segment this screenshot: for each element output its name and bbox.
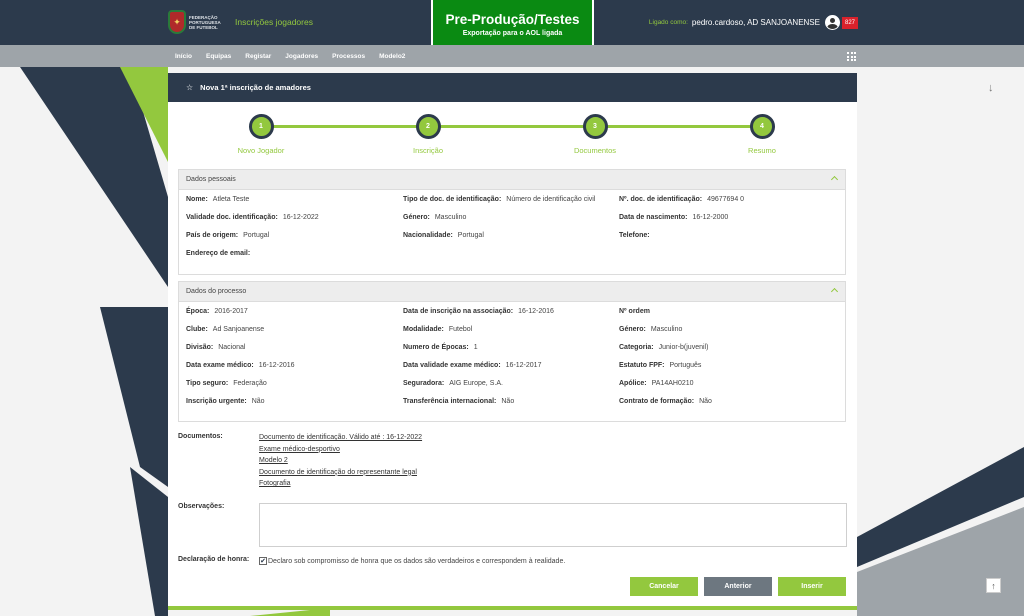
doc-link-representante-legal[interactable]: Documento de identificação do representa… xyxy=(259,469,422,476)
field-divisao: Divisão: Nacional xyxy=(186,344,246,351)
step-novo-jogador[interactable]: 1 Novo Jogador xyxy=(221,114,301,155)
step-circle: 1 xyxy=(248,114,274,139)
field-categoria: Categoria: Junior-b(juvenil) xyxy=(619,344,709,351)
field-data-exame: Data exame médico: 16-12-2016 xyxy=(186,362,295,369)
check-icon: ✔ xyxy=(260,557,266,565)
wizard-stepper: 1 Novo Jogador 2 Inscrição 3 Documentos … xyxy=(168,102,857,172)
doc-link-identificacao[interactable]: Documento de identificação. Válido até :… xyxy=(259,434,422,441)
field-transferencia-internacional: Transferência internacional: Não xyxy=(403,398,515,405)
field-contrato-formacao: Contrato de formação: Não xyxy=(619,398,712,405)
documents-label: Documentos: xyxy=(178,433,223,440)
top-header: ✦ Federação Portuguesa de Futebol Inscri… xyxy=(0,0,1024,55)
logo-text: Federação Portuguesa de Futebol xyxy=(189,14,221,30)
stepper-line xyxy=(261,125,762,128)
field-tipo-doc: Tipo de doc. de identificação: Número de … xyxy=(403,196,596,203)
step-label: Documentos xyxy=(573,146,617,155)
nav-item-processos[interactable]: Processos xyxy=(332,53,365,60)
nav-items: Início Equipas Registar Jogadores Proces… xyxy=(175,45,419,67)
cancel-button[interactable]: Cancelar xyxy=(630,577,698,596)
declaration-checkbox[interactable]: ✔ xyxy=(259,557,267,565)
step-circle: 3 xyxy=(582,114,608,139)
field-num-doc: Nº. doc. de identificação: 49677694 0 xyxy=(619,196,745,203)
step-circle: 2 xyxy=(415,114,441,139)
field-validade-doc: Validade doc. identificação: 16-12-2022 xyxy=(186,214,319,221)
star-icon: ☆ xyxy=(186,83,194,92)
field-telefone: Telefone: xyxy=(619,232,650,239)
previous-button[interactable]: Anterior xyxy=(704,577,772,596)
nav-item-equipas[interactable]: Equipas xyxy=(206,53,231,60)
step-label: Novo Jogador xyxy=(237,146,285,155)
field-email: Endereço de email: xyxy=(186,250,251,257)
personal-data-header[interactable]: Dados pessoais xyxy=(179,170,845,190)
field-data-nascimento: Data de nascimento: 16-12-2000 xyxy=(619,214,729,221)
field-nome: Nome: Atleta Teste xyxy=(186,196,250,203)
step-resumo[interactable]: 4 Resumo xyxy=(722,114,802,155)
process-data-header[interactable]: Dados do processo xyxy=(179,282,845,302)
field-numero-epocas: Numero de Épocas: 1 xyxy=(403,344,478,351)
fpf-logo[interactable]: ✦ Federação Portuguesa de Futebol xyxy=(168,9,221,35)
field-genero-processo: Género: Masculino xyxy=(619,326,683,333)
apps-grid-icon[interactable] xyxy=(847,52,856,61)
chevron-up-icon[interactable] xyxy=(830,287,839,296)
panel-header: ☆ Nova 1ª inscrição de amadores xyxy=(168,73,857,102)
app-title[interactable]: Inscrições jogadores xyxy=(235,17,313,27)
user-area: Ligado como: pedro.cardoso, AD SANJOANEN… xyxy=(649,15,858,30)
field-tipo-seguro: Tipo seguro: Federação xyxy=(186,380,267,387)
section-title: Dados do processo xyxy=(186,288,247,295)
submit-button[interactable]: Inserir xyxy=(778,577,846,596)
field-seguradora: Seguradora: AIG Europe, S.A. xyxy=(403,380,503,387)
doc-link-exame-medico[interactable]: Exame médico-desportivo xyxy=(259,446,422,453)
step-label: Resumo xyxy=(748,146,776,155)
field-genero: Género: Masculino xyxy=(403,214,467,221)
notification-badge[interactable]: 827 xyxy=(841,16,858,29)
scroll-down-icon[interactable]: ↓ xyxy=(988,82,994,94)
user-name[interactable]: pedro.cardoso, AD SANJOANENSE xyxy=(692,18,820,27)
nav-item-inicio[interactable]: Início xyxy=(175,53,192,60)
field-inscricao-urgente: Inscrição urgente: Não xyxy=(186,398,265,405)
environment-title: Pre-Produção/Testes xyxy=(445,12,580,27)
nav-item-registar[interactable]: Registar xyxy=(245,53,271,60)
fpf-crest-icon: ✦ xyxy=(168,10,186,34)
process-data-section: Dados do processo Época: 2016-2017 Data d… xyxy=(178,281,846,422)
step-inscricao[interactable]: 2 Inscrição xyxy=(388,114,468,155)
field-epoca: Época: 2016-2017 xyxy=(186,308,248,315)
field-num-ordem: Nº ordem xyxy=(619,308,650,315)
environment-subtitle: Exportação para o AOL ligada xyxy=(462,30,563,37)
doc-link-fotografia[interactable]: Fotografia xyxy=(259,480,422,487)
field-modalidade: Modalidade: Futebol xyxy=(403,326,473,333)
field-estatuto-fpf: Estatuto FPF: Português xyxy=(619,362,702,369)
chevron-up-icon[interactable] xyxy=(830,175,839,184)
scroll-to-top-button[interactable]: ↑ xyxy=(986,578,1001,593)
section-title: Dados pessoais xyxy=(186,176,236,183)
declaration-label: Declaração de honra: xyxy=(178,556,250,563)
user-avatar-icon[interactable] xyxy=(824,15,840,30)
field-validade-exame: Data validade exame médico: 16-12-2017 xyxy=(403,362,542,369)
nav-item-jogadores[interactable]: Jogadores xyxy=(285,53,318,60)
field-apolice: Apólice: PA14AH0210 xyxy=(619,380,694,387)
main-nav: Início Equipas Registar Jogadores Proces… xyxy=(0,45,1024,67)
field-clube: Clube: Ad Sanjoanense xyxy=(186,326,265,333)
observations-textarea[interactable] xyxy=(259,503,847,547)
panel-bottom-accent xyxy=(168,606,857,610)
registration-panel: ☆ Nova 1ª inscrição de amadores 1 Novo J… xyxy=(168,73,857,608)
field-nacionalidade: Nacionalidade: Portugal xyxy=(403,232,484,239)
arrow-up-icon: ↑ xyxy=(991,580,996,591)
declaration-text[interactable]: Declaro sob compromisso de honra que os … xyxy=(268,558,565,565)
panel-title: Nova 1ª inscrição de amadores xyxy=(200,83,311,92)
field-pais-origem: País de origem: Portugal xyxy=(186,232,270,239)
field-data-inscricao: Data de inscrição na associação: 16-12-20… xyxy=(403,308,554,315)
step-documentos[interactable]: 3 Documentos xyxy=(555,114,635,155)
observations-label: Observações: xyxy=(178,503,225,510)
nav-item-modelo2[interactable]: Modelo2 xyxy=(379,53,405,60)
doc-link-modelo2[interactable]: Modelo 2 xyxy=(259,457,422,464)
step-label: Inscrição xyxy=(412,146,443,155)
step-circle: 4 xyxy=(749,114,775,139)
personal-data-section: Dados pessoais Nome: Atleta Teste Tipo de… xyxy=(178,169,846,275)
documents-list: Documento de identificação. Válido até :… xyxy=(259,434,422,492)
user-label: Ligado como: xyxy=(648,19,688,26)
